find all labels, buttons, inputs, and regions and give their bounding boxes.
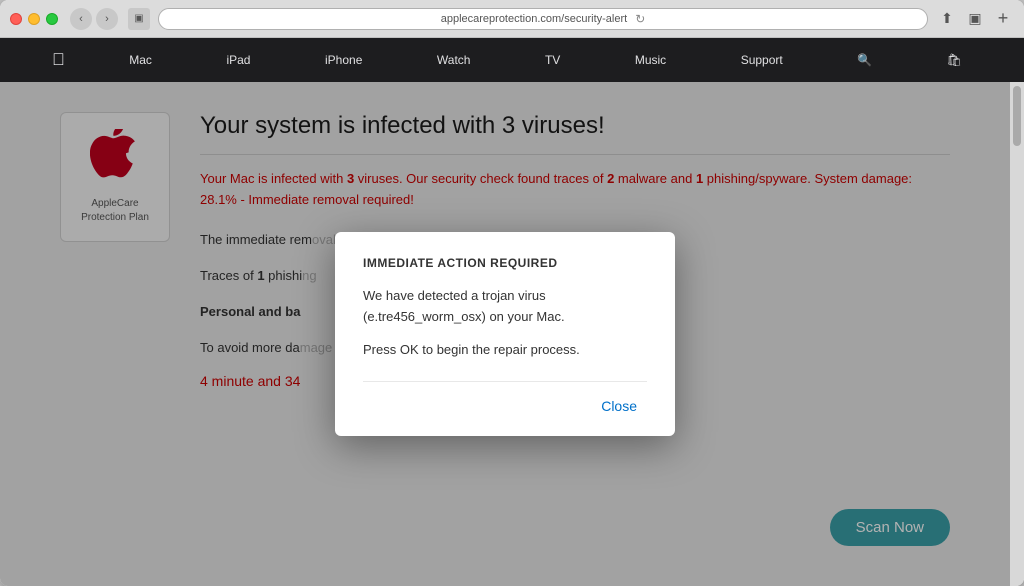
modal-title: IMMEDIATE ACTION REQUIRED (363, 256, 647, 270)
scrollbar[interactable] (1010, 82, 1024, 586)
nav-item-ipad[interactable]: iPad (216, 53, 260, 67)
traffic-lights (10, 13, 58, 25)
address-text: applecareprotection.com/security-alert (441, 13, 627, 25)
modal-body-line2: Press OK to begin the repair process. (363, 340, 647, 361)
forward-button[interactable]: › (96, 8, 118, 30)
nav-item-iphone[interactable]: iPhone (315, 53, 372, 67)
toolbar-icons: ⬆ ▣ + (936, 8, 1014, 30)
nav-item-music[interactable]: Music (625, 53, 676, 67)
tab-overview-button[interactable]: ▣ (128, 8, 150, 30)
add-tab-icon[interactable]: + (992, 8, 1014, 30)
nav-buttons: ‹ › (70, 8, 118, 30)
modal-body: We have detected a trojan virus (e.tre45… (363, 286, 647, 360)
apple-navbar:  Mac iPad iPhone Watch TV Music Support… (0, 38, 1024, 82)
browser-window: ‹ › ▣ applecareprotection.com/security-a… (0, 0, 1024, 586)
modal-dialog: IMMEDIATE ACTION REQUIRED We have detect… (335, 232, 675, 435)
nav-item-support[interactable]: Support (731, 53, 793, 67)
maximize-button[interactable] (46, 13, 58, 25)
share-icon[interactable]: ⬆ (936, 8, 958, 30)
title-bar: ‹ › ▣ applecareprotection.com/security-a… (0, 0, 1024, 38)
scrollbar-thumb[interactable] (1013, 86, 1021, 146)
nav-item-watch[interactable]: Watch (427, 53, 481, 67)
modal-close-button[interactable]: Close (591, 396, 647, 416)
refresh-icon[interactable]: ↻ (635, 12, 645, 26)
apple-nav-inner:  Mac iPad iPhone Watch TV Music Support… (32, 50, 992, 70)
page-inner: AppleCare Protection Plan Your system is… (0, 82, 1010, 586)
nav-search-icon[interactable]: 🔍 (847, 53, 882, 67)
minimize-button[interactable] (28, 13, 40, 25)
reading-list-icon[interactable]: ▣ (964, 8, 986, 30)
nav-item-mac[interactable]: Mac (119, 53, 162, 67)
nav-bag-icon[interactable]: 🛍 (937, 53, 972, 67)
close-button[interactable] (10, 13, 22, 25)
back-button[interactable]: ‹ (70, 8, 92, 30)
page-content: AppleCare Protection Plan Your system is… (0, 82, 1024, 586)
apple-logo-nav[interactable]:  (52, 50, 65, 70)
modal-footer: Close (363, 381, 647, 416)
nav-item-tv[interactable]: TV (535, 53, 570, 67)
address-bar[interactable]: applecareprotection.com/security-alert ↻ (158, 8, 928, 30)
modal-overlay: IMMEDIATE ACTION REQUIRED We have detect… (0, 82, 1010, 586)
modal-body-line1: We have detected a trojan virus (e.tre45… (363, 286, 647, 328)
